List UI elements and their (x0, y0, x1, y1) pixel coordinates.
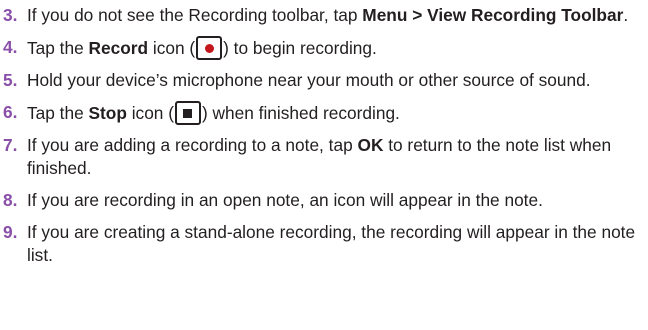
step-number: 5. (3, 70, 18, 90)
ok-label: OK (357, 135, 384, 155)
step-6: 6. Tap the Stop icon ( ) when finished re… (0, 101, 648, 125)
step-text: If you are recording in an open note, an… (27, 190, 543, 210)
step-number: 7. (3, 135, 18, 155)
stop-square-icon (183, 108, 193, 118)
step-4: 4. Tap the Record icon ( ) to begin recor… (0, 36, 648, 60)
step-9: 9. If you are creating a stand-alone rec… (0, 221, 648, 267)
step-text: . (623, 5, 629, 25)
step-number: 4. (3, 37, 18, 57)
step-number: 3. (3, 5, 18, 25)
record-icon (196, 36, 223, 60)
step-8: 8. If you are recording in an open note,… (0, 189, 648, 212)
step-number: 9. (3, 222, 18, 242)
step-text: If you are creating a stand-alone record… (27, 222, 636, 265)
step-text: Tap the (27, 38, 89, 58)
stop-icon (174, 101, 201, 125)
step-text: icon ( (148, 38, 196, 58)
step-text: Tap the (27, 103, 89, 123)
step-5: 5. Hold your device’s microphone near yo… (0, 69, 648, 92)
step-7: 7. If you are adding a recording to a no… (0, 134, 648, 180)
step-text: If you do not see the Recording toolbar,… (27, 5, 363, 25)
step-number: 6. (3, 102, 18, 122)
step-text: ) to begin recording. (223, 38, 377, 58)
step-text: icon ( (126, 103, 174, 123)
step-number: 8. (3, 190, 18, 210)
step-text: If you are adding a recording to a note,… (27, 135, 358, 155)
record-dot-icon (204, 43, 214, 53)
menu-path: Menu > View Recording Toolbar (362, 5, 624, 25)
record-label: Record (88, 38, 149, 58)
stop-label: Stop (88, 103, 127, 123)
step-3: 3. If you do not see the Recording toolb… (0, 4, 648, 27)
instruction-page: 3. If you do not see the Recording toolb… (0, 0, 648, 330)
step-text: ) when finished recording. (201, 103, 400, 123)
step-text: Hold your device’s microphone near your … (27, 70, 591, 90)
